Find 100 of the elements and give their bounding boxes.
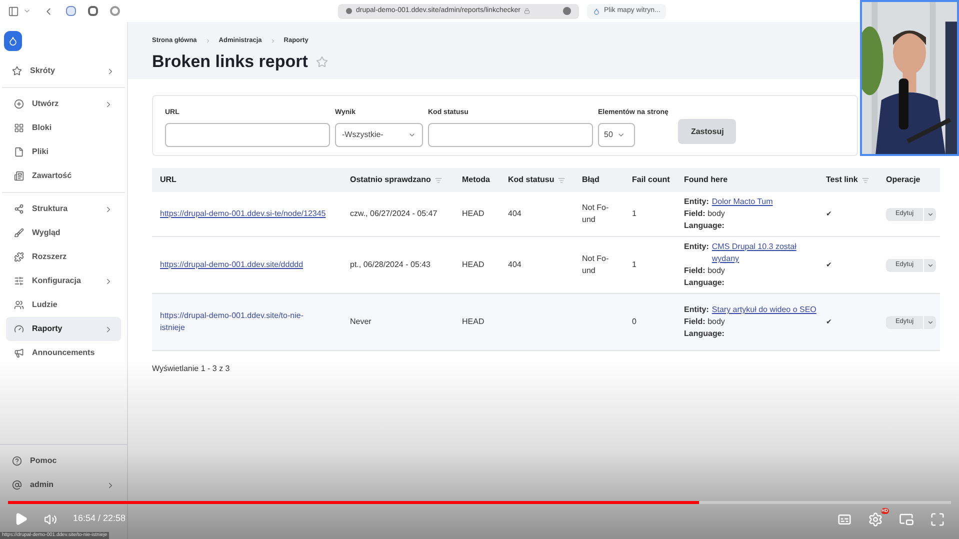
language-label: Language: (684, 220, 726, 232)
dropdown-toggle[interactable] (924, 316, 936, 328)
tab-icon[interactable] (88, 6, 98, 16)
result-select[interactable]: -Wszystkie- (335, 122, 423, 146)
sidebar-item[interactable]: Raporty (6, 317, 121, 341)
dropdown-toggle[interactable] (924, 258, 936, 272)
chevron-icon (926, 210, 934, 218)
puzzle-icon (14, 252, 24, 262)
page-title: Broken links report (152, 50, 308, 73)
chevron-icon (926, 318, 934, 326)
logo[interactable] (4, 31, 22, 51)
column-header[interactable]: Test link (826, 174, 858, 186)
sidebar-item[interactable]: Utwórz (6, 92, 121, 116)
url-field[interactable] (165, 122, 330, 146)
chevron-icon (104, 276, 113, 286)
column-header: Fail count (632, 174, 670, 186)
sidebar-item[interactable]: Pomoc (4, 449, 123, 473)
field-text: Field: body (684, 265, 726, 277)
url-link[interactable]: https://drupal-demo-001.ddev.site/to-nie-istnieje (160, 310, 326, 334)
sort-icon[interactable] (434, 176, 442, 184)
table-cell: pt., 06/28/2024 - 05:43 (350, 260, 431, 269)
brush-icon (14, 228, 24, 238)
sidebar-item[interactable]: Announcements (6, 341, 121, 365)
fullscreen-icon[interactable] (930, 512, 945, 526)
settings-icon[interactable] (868, 512, 883, 526)
droplet-icon (593, 8, 600, 14)
column-header[interactable]: Ostatnio sprawdzano (350, 174, 431, 186)
tab-icon[interactable] (66, 6, 76, 16)
language-label: Language: (684, 328, 726, 340)
chevron-icon[interactable] (23, 7, 31, 15)
chevron-icon (104, 204, 113, 214)
play-icon[interactable] (14, 512, 28, 526)
sidebar-item[interactable]: Ludzie (6, 293, 121, 317)
language-label: Language: (684, 277, 726, 289)
field-text: Field: body (684, 316, 726, 328)
apply-button[interactable]: Zastosuj (678, 119, 736, 144)
column-header: Metoda (462, 174, 490, 186)
separator-icon (204, 38, 211, 44)
grid-icon (14, 123, 24, 133)
miniplayer-icon[interactable] (899, 512, 914, 526)
megaphone-icon (14, 348, 24, 358)
sidebar-item[interactable]: admin (4, 473, 123, 497)
chevron-icon (104, 324, 113, 334)
separator-icon (270, 38, 276, 44)
file-icon (14, 147, 24, 157)
entity-link[interactable]: CMS Drupal 10.3 został wydany (712, 241, 818, 265)
field-text: Field: body (684, 208, 726, 220)
sidebar-item[interactable]: Bloki (6, 116, 121, 140)
at-sign-icon (12, 480, 22, 490)
lock-icon (524, 8, 530, 14)
entity-label: Entity: (684, 304, 709, 316)
sidebar-item[interactable]: Rozszerz (6, 245, 121, 269)
column-header: Błąd (582, 174, 600, 186)
column-header: Operacje (886, 174, 920, 186)
sidebar-item[interactable]: Konfiguracja (6, 269, 121, 293)
newspaper-icon (14, 171, 24, 181)
sidebar-item[interactable]: Skróty (4, 59, 123, 83)
sidebar-toggle-icon[interactable] (8, 6, 19, 16)
url-link[interactable]: https://drupal-demo-001.ddev.si-te/node/12345 (160, 208, 326, 220)
dropdown-toggle[interactable] (924, 208, 936, 220)
chevron-icon (926, 262, 934, 268)
people-icon (14, 300, 24, 310)
entity-link[interactable]: Dolor Macto Tum (712, 196, 773, 208)
captions-icon[interactable] (837, 512, 852, 526)
column-header: URL (160, 174, 176, 186)
status-field[interactable] (428, 122, 593, 146)
table-cell: HEAD (462, 260, 484, 269)
chevron-icon (106, 480, 115, 490)
sidebar-item[interactable]: Wygląd (6, 221, 121, 245)
tab-icon[interactable] (110, 6, 120, 16)
table-cell: 1 (632, 209, 636, 218)
sidebar-item[interactable]: Pliki (6, 140, 121, 164)
entity-label: Entity: (684, 196, 709, 208)
time-display: 16:54 / 22:58 (73, 512, 126, 526)
sort-icon[interactable] (862, 176, 869, 184)
share-icon (14, 204, 24, 214)
url-link[interactable]: https://drupal-demo-001.ddev.site/ddddd (160, 259, 326, 271)
table-cell: 404 (508, 209, 522, 218)
sidebar-item[interactable]: Struktura (6, 197, 121, 221)
sort-icon[interactable] (558, 176, 566, 184)
plus-circle-icon (14, 99, 24, 109)
progress-track[interactable] (8, 501, 951, 504)
volume-icon[interactable] (44, 512, 57, 526)
result-summary: Wyświetlanie 1 - 3 z 3 (152, 363, 231, 375)
table-cell: 1 (632, 260, 636, 269)
sidebar-item[interactable]: Zawartość (6, 164, 121, 188)
star-icon[interactable] (316, 56, 328, 68)
table-cell: czw., 06/27/2024 - 05:47 (350, 209, 438, 218)
per-page-select[interactable]: 50 (598, 122, 635, 146)
chevron-icon (104, 100, 113, 108)
table-cell: HEAD (462, 317, 484, 326)
column-header[interactable]: Kod statusu (508, 174, 554, 186)
entity-label: Entity: (684, 241, 709, 253)
sliders-icon (14, 276, 24, 286)
table-cell: Never (350, 317, 372, 326)
column-header: Found here (684, 174, 728, 186)
table-cell: 404 (508, 260, 522, 269)
table-cell: Not Fo-und (582, 203, 609, 224)
table-cell: HEAD (462, 209, 484, 218)
entity-link[interactable]: Stary artykuł do wideo o SEO (712, 304, 816, 316)
